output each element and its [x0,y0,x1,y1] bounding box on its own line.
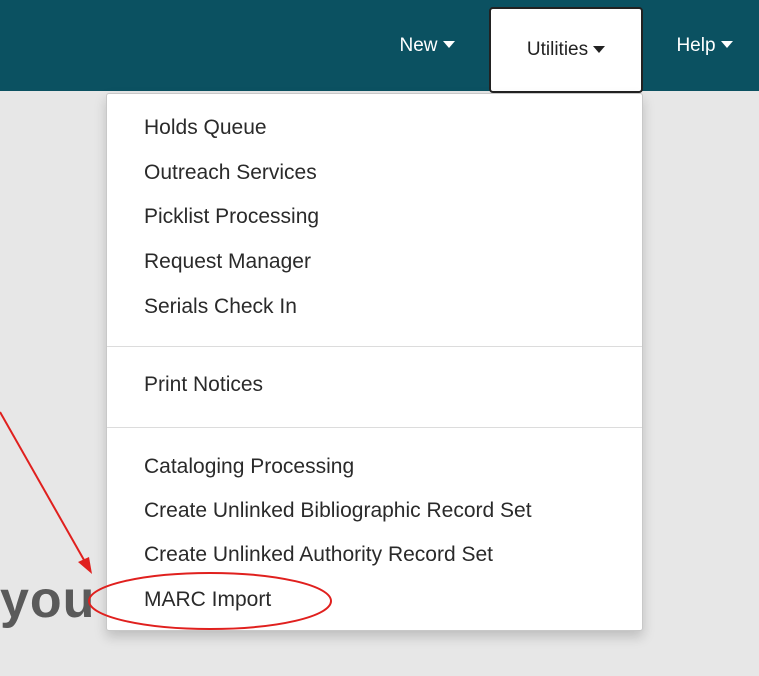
menu-item-marc-import[interactable]: MARC Import [144,587,271,613]
caret-down-icon [593,45,606,53]
menu-divider [107,427,642,428]
help-menu-label: Help [676,34,716,56]
menu-item-outreach-services[interactable]: Outreach Services [144,160,317,186]
utilities-dropdown-menu: Holds Queue Outreach Services Picklist P… [106,93,643,631]
background-heading-fragment: you [0,571,96,629]
new-menu-label: New [399,34,438,56]
caret-down-icon [442,41,455,48]
menu-item-create-unlinked-bibliographic-record-set[interactable]: Create Unlinked Bibliographic Record Set [144,498,532,524]
menu-item-create-unlinked-authority-record-set[interactable]: Create Unlinked Authority Record Set [144,542,493,568]
menu-item-print-notices[interactable]: Print Notices [144,372,263,398]
menu-divider [107,346,642,347]
menu-item-picklist-processing[interactable]: Picklist Processing [144,204,319,230]
utilities-menu-label: Utilities [526,39,589,60]
caret-down-icon [720,41,733,48]
help-menu-button[interactable]: Help [650,0,759,91]
new-menu-button[interactable]: New [372,0,482,91]
utilities-menu-button[interactable]: Utilities [489,7,643,93]
menu-item-cataloging-processing[interactable]: Cataloging Processing [144,454,354,480]
menu-item-serials-check-in[interactable]: Serials Check In [144,294,297,320]
top-navbar: New Utilities Help [0,0,759,93]
annotation-arrow-line [0,411,85,561]
menu-item-request-manager[interactable]: Request Manager [144,249,311,275]
menu-item-holds-queue[interactable]: Holds Queue [144,115,267,141]
